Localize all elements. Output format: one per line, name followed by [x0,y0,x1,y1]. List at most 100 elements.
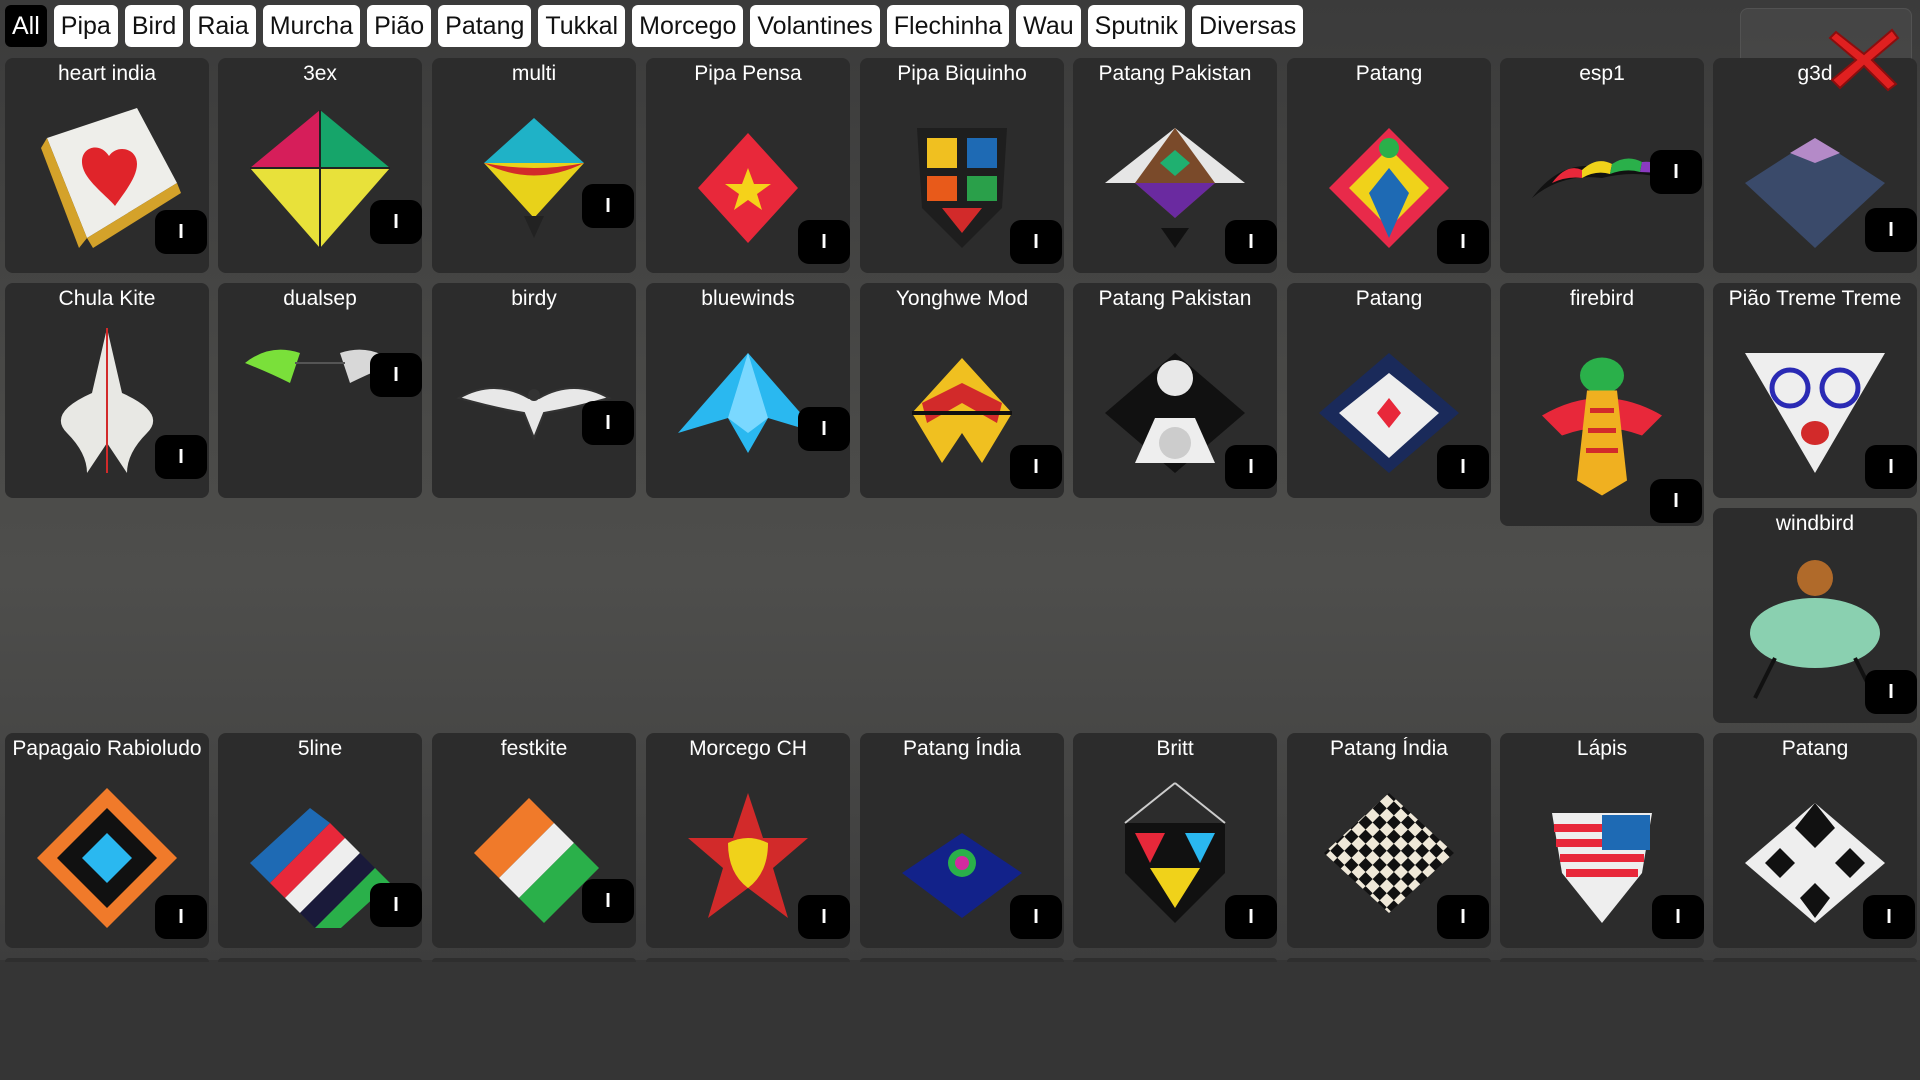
kite-name: Patang Pakistan [1098,62,1252,85]
kite-name: Yonghwe Mod [895,287,1029,310]
kite-name: Pipa Pensa [694,62,802,85]
info-button[interactable]: I [1652,895,1704,939]
kite-name: birdy [511,287,557,310]
info-button[interactable]: I [798,895,850,939]
info-button[interactable]: I [1225,895,1277,939]
kite-name: esp1 [1579,62,1625,85]
info-button[interactable]: I [1437,895,1489,939]
kite-card-partial[interactable] [1500,958,1704,962]
info-button[interactable]: I [798,407,850,451]
filter-tukkal[interactable]: Tukkal [538,5,626,47]
kite-name: multi [511,62,557,85]
info-button[interactable]: I [1010,445,1062,489]
kite-card[interactable]: Patang Índia I [1287,733,1491,948]
kite-card-partial[interactable] [218,958,422,962]
info-button[interactable]: I [1865,208,1917,252]
kite-card-partial[interactable] [1713,958,1917,962]
info-button[interactable]: I [582,401,634,445]
filter-bird[interactable]: Bird [124,5,184,47]
info-button[interactable]: I [155,210,207,254]
blue-delta-kite-icon [678,353,818,453]
info-button[interactable]: I [1225,445,1277,489]
category-filter-bar: All Pipa Bird Raia Murcha Pião Patang Tu… [5,5,1304,47]
kite-card[interactable]: Papagaio Rabioludo I [5,733,209,948]
info-button[interactable]: I [582,879,634,923]
info-button[interactable]: I [1225,220,1277,264]
info-button[interactable]: I [1437,445,1489,489]
kite-card[interactable]: Patang I [1287,58,1491,273]
kite-card-partial[interactable] [5,958,209,962]
info-button[interactable]: I [370,200,422,244]
filter-diversas[interactable]: Diversas [1192,5,1304,47]
filter-all[interactable]: All [5,5,47,47]
filter-sputnik[interactable]: Sputnik [1087,5,1186,47]
kite-card[interactable]: Pipa Pensa I [646,58,850,273]
kite-card[interactable]: Pipa Biquinho I [860,58,1064,273]
kite-name: dualsep [283,287,357,310]
kite-name: 3ex [303,62,337,85]
kite-card-partial[interactable] [432,958,636,962]
close-button[interactable] [1826,24,1902,92]
filter-wau[interactable]: Wau [1016,5,1081,47]
kite-name: Lápis [1576,737,1628,760]
kite-card[interactable]: firebird I [1500,283,1704,526]
kite-card[interactable]: festkite I [432,733,636,948]
kite-name: Patang [1355,287,1423,310]
info-button[interactable]: I [370,883,422,927]
kite-card[interactable]: Patang Pakistan I [1073,283,1277,498]
info-button[interactable]: I [1010,220,1062,264]
partial-next-row [0,958,1920,962]
kite-card[interactable]: Yonghwe Mod I [860,283,1064,498]
filter-flechinha[interactable]: Flechinha [886,5,1010,47]
info-button[interactable]: I [155,435,207,479]
info-button[interactable]: I [1865,670,1917,714]
kite-card[interactable]: Patang I [1287,283,1491,498]
kite-name: Patang Pakistan [1098,287,1252,310]
kite-card[interactable]: Patang Índia I [860,733,1064,948]
info-button[interactable]: I [1863,895,1915,939]
info-button[interactable]: I [582,184,634,228]
kite-card-partial[interactable] [646,958,850,962]
kite-name: Patang [1781,737,1849,760]
filter-morcego[interactable]: Morcego [632,5,744,47]
kite-card[interactable]: heart india I [5,58,209,273]
info-button[interactable]: I [155,895,207,939]
kite-card[interactable]: multi I [432,58,636,273]
info-button[interactable]: I [798,220,850,264]
kite-card[interactable]: Patang I [1713,733,1917,948]
kite-card[interactable]: 3ex I [218,58,422,273]
kite-card-partial[interactable] [860,958,1064,962]
kite-card[interactable]: bluewinds I [646,283,850,498]
kite-card[interactable]: Chula Kite I [5,283,209,498]
kite-name: Patang [1355,62,1423,85]
info-button[interactable]: I [1010,895,1062,939]
info-button[interactable]: I [1865,445,1917,489]
filter-raia[interactable]: Raia [190,5,256,47]
kite-card[interactable]: Patang Pakistan I [1073,58,1277,273]
kite-card[interactable]: Britt I [1073,733,1277,948]
kite-name: firebird [1569,287,1635,310]
filter-patang[interactable]: Patang [438,5,532,47]
filter-piao[interactable]: Pião [367,5,432,47]
filter-murcha[interactable]: Murcha [262,5,361,47]
info-button[interactable]: I [1650,479,1702,523]
kite-card[interactable]: birdy I [432,283,636,498]
kite-name: Chula Kite [58,287,156,310]
kite-card[interactable]: Pião Treme Treme I [1713,283,1917,498]
kite-card[interactable]: Lápis I [1500,733,1704,948]
kite-card[interactable]: Morcego CH I [646,733,850,948]
kite-name: heart india [57,62,157,85]
kite-card-partial[interactable] [1287,958,1491,962]
kite-card-partial[interactable] [1073,958,1277,962]
kite-card[interactable]: esp1 I [1500,58,1704,273]
filter-volantines[interactable]: Volantines [750,5,880,47]
kite-card[interactable]: 5line I [218,733,422,948]
filter-pipa[interactable]: Pipa [53,5,118,47]
kite-card[interactable]: windbird I [1713,508,1917,723]
info-button[interactable]: I [1437,220,1489,264]
kite-card[interactable]: dualsep I [218,283,422,498]
info-button[interactable]: I [1650,150,1702,194]
dual-wing-kite-icon [245,349,395,383]
bottom-strip [0,960,1920,1080]
info-button[interactable]: I [370,353,422,397]
